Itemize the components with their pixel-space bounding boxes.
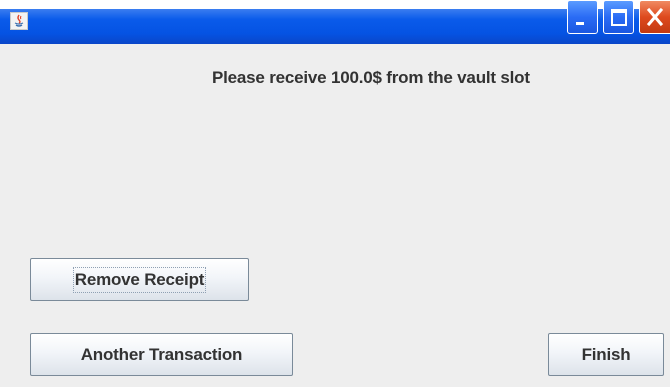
java-app-icon[interactable] (10, 12, 28, 30)
maximize-button[interactable] (603, 0, 634, 34)
another-transaction-button[interactable]: Another Transaction (30, 333, 293, 376)
maximize-icon (611, 9, 627, 26)
finish-button[interactable]: Finish (548, 333, 664, 376)
title-bar[interactable] (0, 0, 670, 44)
finish-label: Finish (581, 344, 631, 364)
minimize-icon (576, 22, 584, 25)
remove-receipt-label: Remove Receipt (72, 266, 207, 293)
app-window: Please receive 100.0$ from the vault slo… (0, 0, 670, 387)
vault-message: Please receive 100.0$ from the vault slo… (212, 68, 530, 87)
close-icon (646, 7, 664, 27)
minimize-button[interactable] (567, 0, 598, 34)
remove-receipt-button[interactable]: Remove Receipt (30, 258, 249, 301)
another-transaction-label: Another Transaction (80, 344, 243, 364)
close-button[interactable] (639, 0, 670, 34)
